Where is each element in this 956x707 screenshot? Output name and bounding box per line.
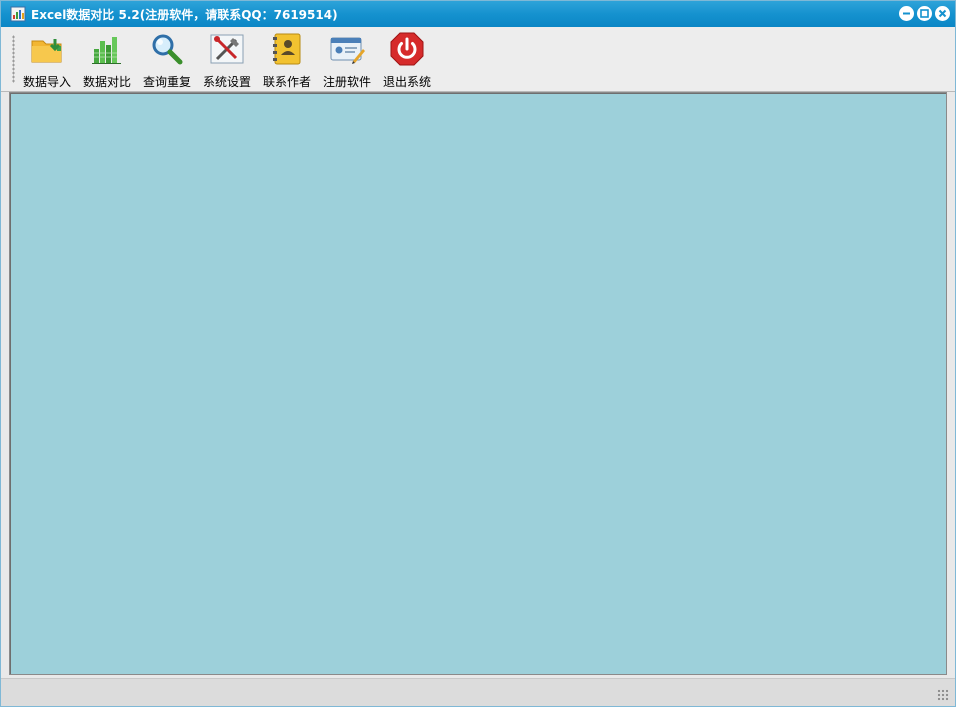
register-software-button[interactable]: 注册软件 <box>319 29 375 89</box>
maximize-icon <box>920 9 929 18</box>
maximize-button[interactable] <box>917 6 932 21</box>
folder-import-icon <box>31 39 62 63</box>
system-settings-label: 系统设置 <box>202 75 251 89</box>
contact-author-label: 联系作者 <box>262 75 311 89</box>
compare-data-label: 数据对比 <box>82 75 131 89</box>
window-title: Excel数据对比 5.2(注册软件，请联系QQ：7619514) <box>31 8 338 22</box>
find-duplicates-button[interactable]: 查询重复 <box>139 29 195 89</box>
close-button[interactable] <box>935 6 950 21</box>
system-settings-button[interactable]: 系统设置 <box>199 29 255 89</box>
find-duplicates-label: 查询重复 <box>142 75 191 89</box>
exit-system-label: 退出系统 <box>382 75 431 89</box>
compare-data-button[interactable]: 数据对比 <box>79 29 135 89</box>
toolbar-grip[interactable] <box>12 35 15 83</box>
app-icon <box>10 6 26 22</box>
power-exit-icon <box>390 32 424 66</box>
contact-author-button[interactable]: 联系作者 <box>259 29 315 89</box>
close-icon <box>938 9 947 18</box>
status-bar <box>1 678 955 706</box>
minimize-button[interactable] <box>899 6 914 21</box>
resize-grip-icon[interactable] <box>937 689 949 701</box>
register-software-label: 注册软件 <box>322 75 371 89</box>
title-bar[interactable]: Excel数据对比 5.2(注册软件，请联系QQ：7619514) <box>1 1 955 27</box>
app-window: Excel数据对比 5.2(注册软件，请联系QQ：7619514) 数据导入 数… <box>0 0 956 707</box>
bar-chart-icon <box>92 37 121 64</box>
import-data-label: 数据导入 <box>22 75 71 89</box>
magnifier-icon <box>152 34 183 65</box>
minimize-icon <box>903 12 910 15</box>
tools-settings-icon <box>210 34 244 64</box>
contact-book-icon <box>273 33 301 65</box>
main-content-area[interactable] <box>9 92 947 675</box>
toolbar: 数据导入 数据对比 查询重复 系统设置 联系作者 注册软件 退出系统 <box>1 27 955 92</box>
import-data-button[interactable]: 数据导入 <box>19 29 75 89</box>
register-card-icon <box>330 37 365 64</box>
exit-system-button[interactable]: 退出系统 <box>379 29 435 89</box>
